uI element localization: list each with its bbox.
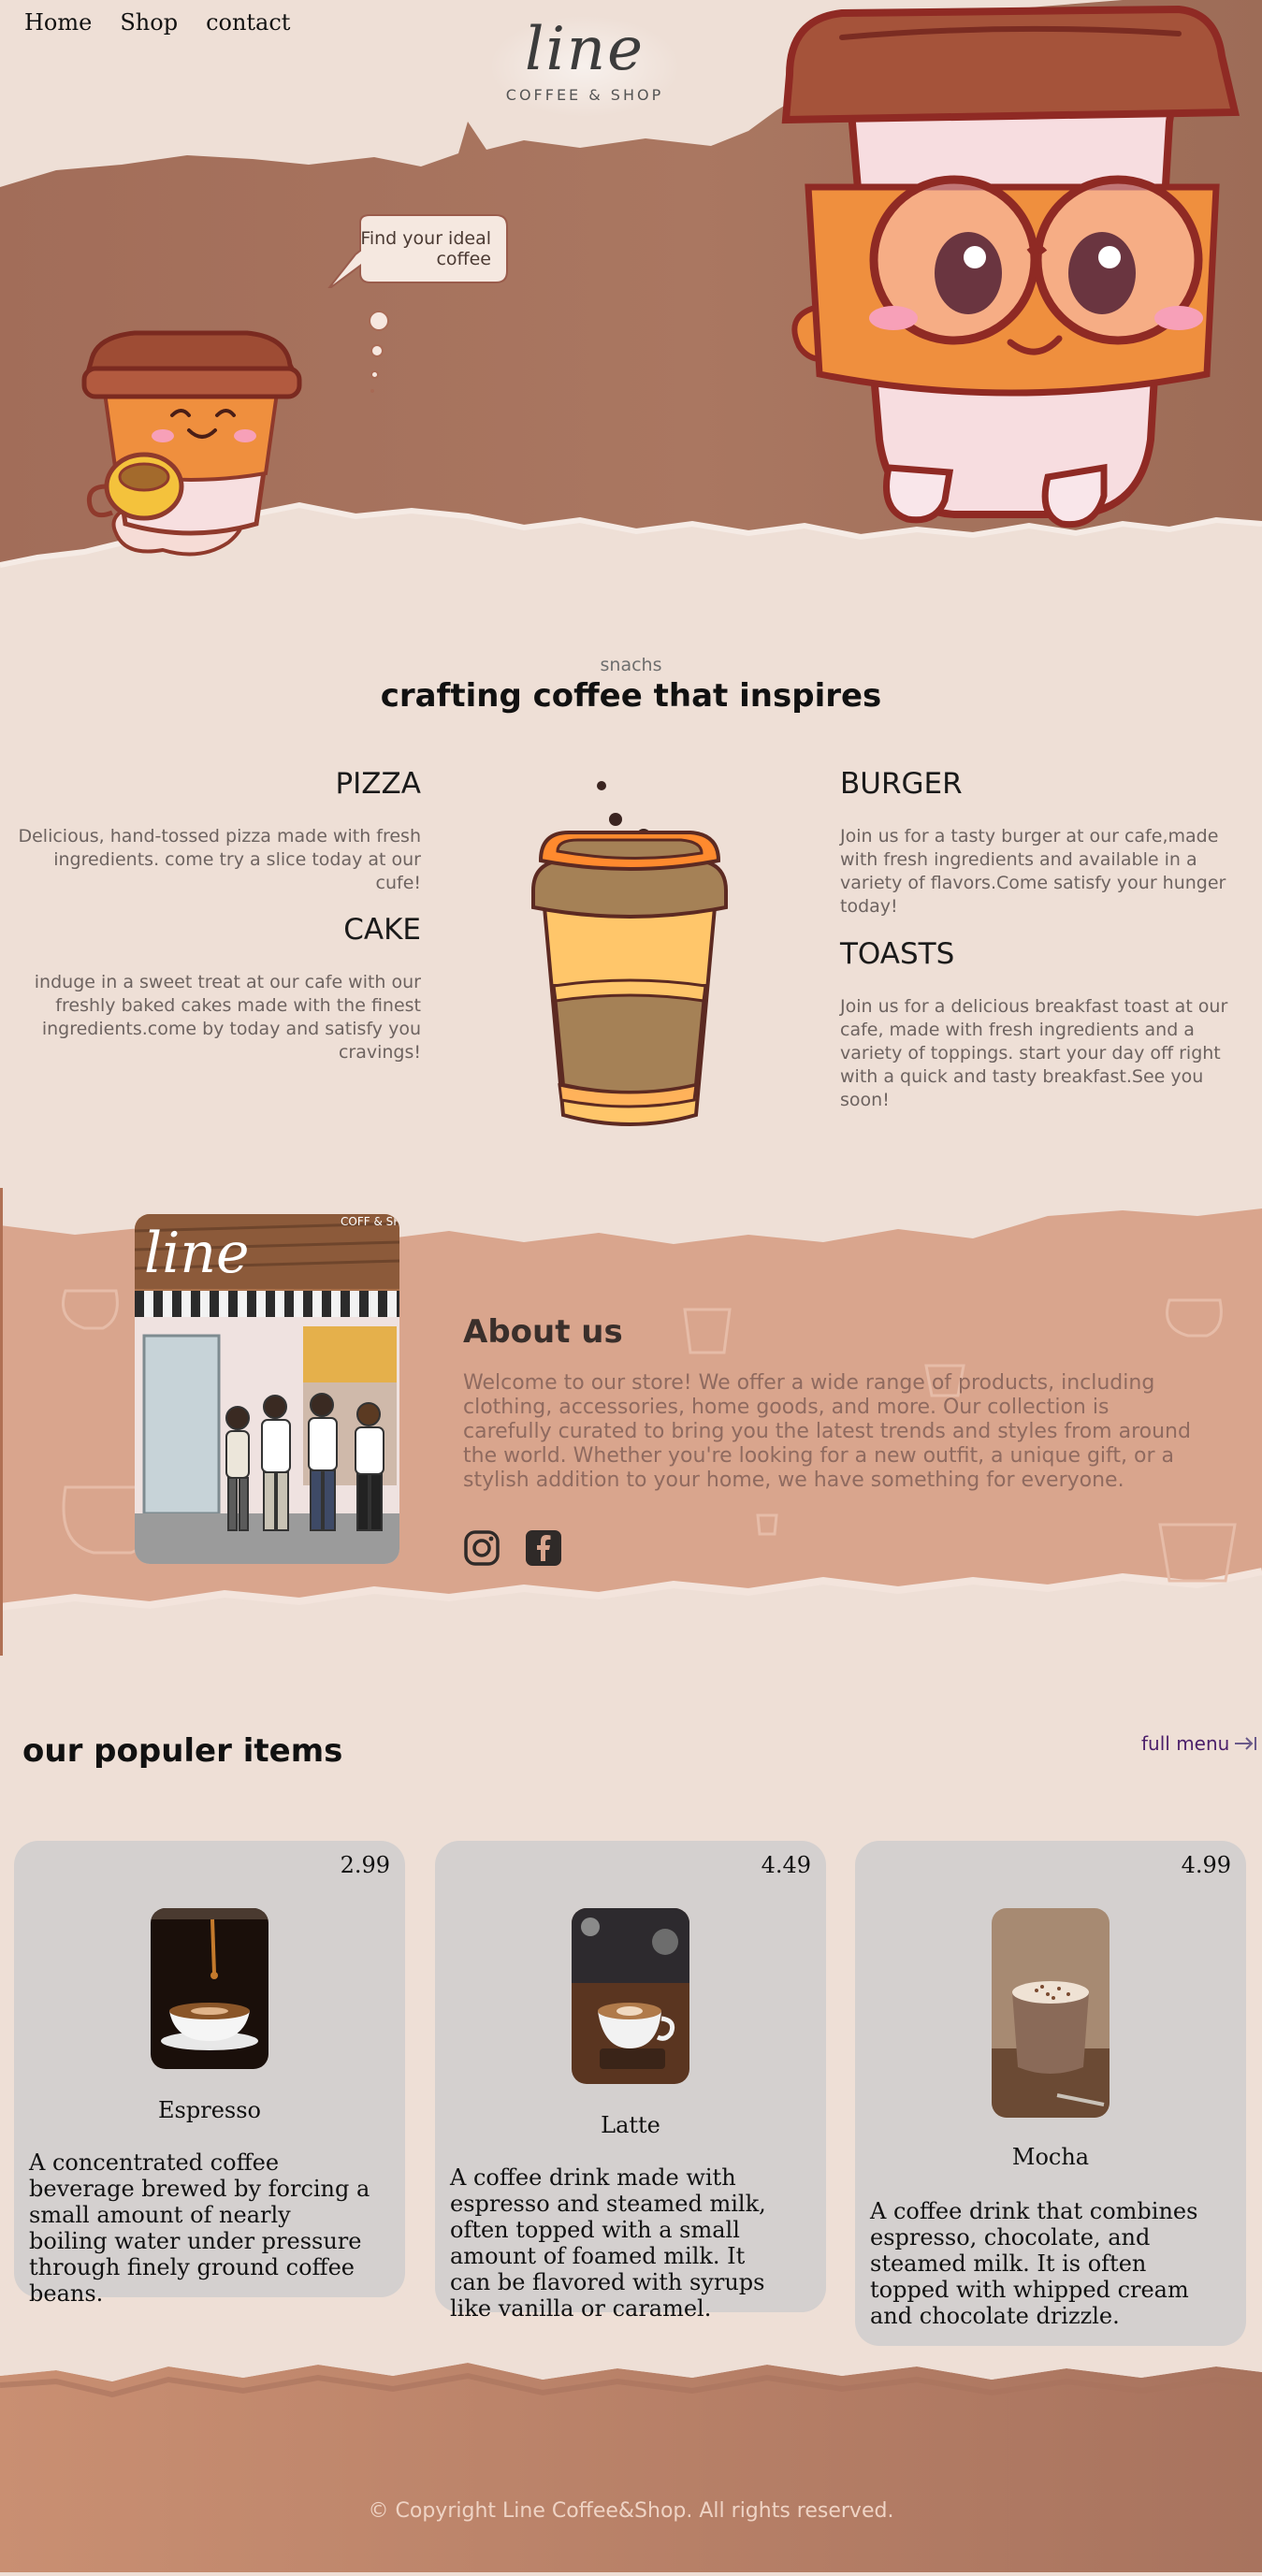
mascot-cup-big-illustration [781, 5, 1240, 528]
product-description: A coffee drink made with espresso and st… [450, 2164, 766, 2322]
latte-photo [572, 1908, 689, 2084]
menu-item-description: Join us for a tasty burger at our cafe,m… [840, 826, 1226, 917]
menu-item-cake: CAKE induge in a sweet treat at our cafe… [17, 913, 421, 1064]
thought-dot [370, 344, 384, 357]
product-card-latte[interactable]: 4.49 Latte A coffee drink made with espr… [435, 1841, 826, 2322]
arrow-right-to-bar-icon [1235, 1737, 1257, 1750]
speech-bubble: Find your ideal coffee [327, 213, 510, 288]
product-name: Espresso [158, 2097, 261, 2123]
copyright-text: © Copyright Line Coffee&Shop. All rights… [368, 2499, 894, 2523]
storefront-photo: line COFF & SHOP [135, 1214, 399, 1564]
snacks-kicker: snachs [600, 655, 662, 675]
about-section: line COFF & SHOP [0, 1188, 1262, 1656]
footer [0, 2357, 1262, 2572]
photo-sign-right: COFF & SHOP [341, 1215, 399, 1228]
menu-item-toasts: TOASTS Join us for a delicious breakfast… [840, 937, 1257, 1112]
facebook-icon[interactable] [525, 1529, 562, 1567]
thought-dot [370, 389, 374, 393]
menu-item-burger: BURGER Join us for a tasty burger at our… [840, 767, 1257, 919]
nav-link-contact[interactable]: contact [206, 9, 290, 36]
product-price: 2.99 [340, 1852, 390, 1878]
coffee-cup-illustration [531, 781, 728, 1126]
about-text: Welcome to our store! We offer a wide ra… [463, 1371, 1191, 1492]
logo-script-text: line [524, 15, 646, 84]
snacks-section-title: crafting coffee that inspires [380, 677, 882, 715]
product-name: Latte [601, 2112, 660, 2138]
full-menu-link[interactable]: full menu [1141, 1732, 1257, 1755]
instagram-icon[interactable] [463, 1529, 500, 1567]
espresso-photo [151, 1908, 268, 2069]
product-description: A coffee drink that combines espresso, c… [870, 2198, 1198, 2329]
thought-dot [370, 370, 379, 379]
product-price: 4.99 [1181, 1852, 1231, 1878]
product-description: A concentrated coffee beverage brewed by… [29, 2149, 370, 2307]
mascot-cup-small-illustration [81, 330, 302, 557]
about-title: About us [463, 1313, 623, 1351]
nav-link-shop[interactable]: Shop [120, 9, 178, 36]
photo-sign-script: line [144, 1221, 250, 1286]
footer-torn-paper-background [0, 2357, 1262, 2572]
menu-item-description: Join us for a delicious breakfast toast … [840, 996, 1228, 1110]
menu-item-title: TOASTS [840, 937, 955, 971]
product-card-espresso[interactable]: 2.99 Espresso A concentrated coffee beve… [14, 1841, 405, 2307]
menu-item-title: BURGER [840, 767, 963, 801]
site-logo[interactable]: line COFFEE & SHOP [488, 15, 681, 118]
menu-item-title: CAKE [343, 913, 421, 947]
product-card-mocha[interactable]: 4.99 Mocha A coffee drink that combines … [855, 1841, 1246, 2346]
mocha-photo [992, 1908, 1110, 2118]
product-price: 4.49 [761, 1852, 811, 1878]
menu-item-title: PIZZA [335, 767, 421, 801]
logo-tagline: COFFEE & SHOP [505, 86, 664, 104]
menu-item-pizza: PIZZA Delicious, hand-tossed pizza made … [17, 767, 421, 895]
thought-dot [369, 311, 389, 331]
hero-section: Home Shop contact line COFFEE & SHOP Fin… [0, 0, 1262, 599]
popular-items-title: our populer items [22, 1732, 343, 1770]
menu-item-description: Delicious, hand-tossed pizza made with f… [18, 826, 421, 893]
product-name: Mocha [1011, 2144, 1090, 2170]
full-menu-label: full menu [1141, 1732, 1230, 1755]
top-nav: Home Shop contact [24, 9, 290, 36]
menu-item-description: induge in a sweet treat at our cafe with… [34, 972, 421, 1063]
nav-link-home[interactable]: Home [24, 9, 92, 36]
speech-bubble-text: Find your ideal coffee [360, 228, 491, 269]
